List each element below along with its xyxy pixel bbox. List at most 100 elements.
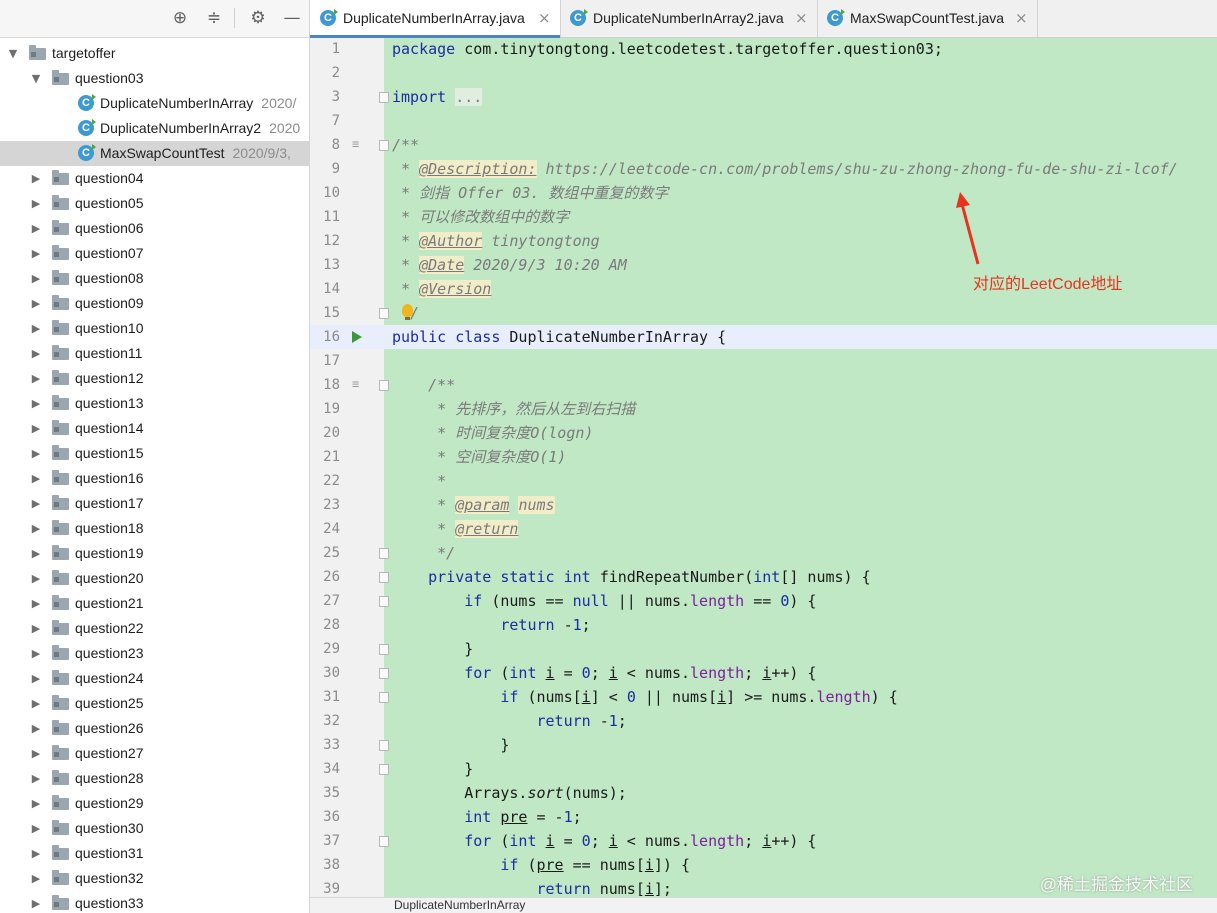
chevron-right-icon[interactable]: ▶ xyxy=(30,466,42,491)
tree-folder-row[interactable]: ▶ question13 xyxy=(0,391,309,416)
chevron-right-icon[interactable]: ▶ xyxy=(30,266,42,291)
code-line[interactable]: 10 * 剑指 Offer 03. 数组中重复的数字 xyxy=(310,181,1217,205)
tree-folder-row[interactable]: ▶ question20 xyxy=(0,566,309,591)
code-line[interactable]: 1 package com.tinytongtong.leetcodetest.t… xyxy=(310,37,1217,61)
chevron-right-icon[interactable]: ▶ xyxy=(30,366,42,391)
code-line[interactable]: 7 xyxy=(310,109,1217,133)
chevron-right-icon[interactable]: ▶ xyxy=(30,641,42,666)
tree-folder-row[interactable]: ▶ question09 xyxy=(0,291,309,316)
chevron-right-icon[interactable]: ▶ xyxy=(30,541,42,566)
tree-folder-row[interactable]: ▶ question04 xyxy=(0,166,309,191)
code-line[interactable]: 18 ≡ /** xyxy=(310,373,1217,397)
tree-folder-row[interactable]: ▶ question18 xyxy=(0,516,309,541)
chevron-right-icon[interactable]: ▶ xyxy=(30,191,42,216)
tree-folder-row[interactable]: ▶ question10 xyxy=(0,316,309,341)
chevron-right-icon[interactable]: ▶ xyxy=(30,891,42,913)
chevron-right-icon[interactable]: ▶ xyxy=(30,441,42,466)
tab-3[interactable]: C MaxSwapCountTest.java × xyxy=(817,0,1038,37)
fold-marker-icon[interactable] xyxy=(379,692,389,703)
chevron-right-icon[interactable]: ▶ xyxy=(30,341,42,366)
chevron-right-icon[interactable]: ▶ xyxy=(30,416,42,441)
tab-2[interactable]: C DuplicateNumberInArray2.java × xyxy=(560,0,818,37)
chevron-right-icon[interactable]: ▶ xyxy=(30,766,42,791)
fold-marker-icon[interactable] xyxy=(379,92,389,103)
code-line[interactable]: 9 * @Description: https://leetcode-cn.co… xyxy=(310,157,1217,181)
tree-folder-row[interactable]: ▶ question27 xyxy=(0,741,309,766)
tree-folder-row[interactable]: ▶ question28 xyxy=(0,766,309,791)
chevron-right-icon[interactable]: ▶ xyxy=(30,491,42,516)
code-line[interactable]: 25 */ xyxy=(310,541,1217,565)
fold-marker-icon[interactable] xyxy=(379,764,389,775)
chevron-right-icon[interactable]: ▶ xyxy=(30,616,42,641)
close-icon[interactable]: × xyxy=(538,0,551,37)
code-line[interactable]: 33 } xyxy=(310,733,1217,757)
code-line[interactable]: 35 Arrays.sort(nums); xyxy=(310,781,1217,805)
tree-folder-row[interactable]: ▶ question32 xyxy=(0,866,309,891)
tree-file-row[interactable]: C DuplicateNumberInArray 2020/ xyxy=(0,91,309,116)
collapse-icon[interactable]: ≑ xyxy=(202,6,226,30)
chevron-right-icon[interactable]: ▶ xyxy=(30,591,42,616)
code-line[interactable]: 11 * 可以修改数组中的数字 xyxy=(310,205,1217,229)
fold-marker-icon[interactable] xyxy=(379,740,389,751)
chevron-right-icon[interactable]: ▶ xyxy=(30,316,42,341)
chevron-right-icon[interactable]: ▶ xyxy=(30,216,42,241)
code-line[interactable]: 36 int pre = -1; xyxy=(310,805,1217,829)
tree-folder-row[interactable]: ▶ question30 xyxy=(0,816,309,841)
chevron-right-icon[interactable]: ▶ xyxy=(30,291,42,316)
chevron-down-icon[interactable]: ▼ xyxy=(7,41,19,66)
chevron-right-icon[interactable]: ▶ xyxy=(30,691,42,716)
tree-folder-row[interactable]: ▼ question03 xyxy=(0,66,309,91)
run-icon[interactable] xyxy=(352,331,362,343)
fold-marker-icon[interactable] xyxy=(379,668,389,679)
chevron-right-icon[interactable]: ▶ xyxy=(30,716,42,741)
code-line[interactable]: 34 } xyxy=(310,757,1217,781)
fold-marker-icon[interactable] xyxy=(379,596,389,607)
tree-folder-row[interactable]: ▶ question21 xyxy=(0,591,309,616)
close-icon[interactable]: × xyxy=(795,0,808,37)
code-line[interactable]: 21 * 空间复杂度O(1) xyxy=(310,445,1217,469)
tree-folder-row[interactable]: ▶ question11 xyxy=(0,341,309,366)
close-icon[interactable]: × xyxy=(1015,0,1028,37)
breadcrumb[interactable]: DuplicateNumberInArray xyxy=(394,898,525,913)
tree-folder-row[interactable]: ▶ question23 xyxy=(0,641,309,666)
code-line[interactable]: 16 public class DuplicateNumberInArray { xyxy=(310,325,1217,349)
tree-folder-row[interactable]: ▶ question08 xyxy=(0,266,309,291)
tree-file-row[interactable]: C MaxSwapCountTest 2020/9/3, xyxy=(0,141,309,166)
tree-folder-row[interactable]: ▶ question29 xyxy=(0,791,309,816)
chevron-right-icon[interactable]: ▶ xyxy=(30,741,42,766)
tree-folder-row[interactable]: ▶ question12 xyxy=(0,366,309,391)
tree-folder-row[interactable]: ▶ question14 xyxy=(0,416,309,441)
fold-marker-icon[interactable] xyxy=(379,380,389,391)
code-line[interactable]: 22 * xyxy=(310,469,1217,493)
chevron-right-icon[interactable]: ▶ xyxy=(30,791,42,816)
code-line[interactable]: 28 return -1; xyxy=(310,613,1217,637)
code-line[interactable]: 19 * 先排序，然后从左到右扫描 xyxy=(310,397,1217,421)
tree-folder-row[interactable]: ▶ question17 xyxy=(0,491,309,516)
code-line[interactable]: 15 / xyxy=(310,301,1217,325)
chevron-right-icon[interactable]: ▶ xyxy=(30,666,42,691)
fold-marker-icon[interactable] xyxy=(379,140,389,151)
chevron-right-icon[interactable]: ▶ xyxy=(30,841,42,866)
fold-marker-icon[interactable] xyxy=(379,548,389,559)
tree-folder-row[interactable]: ▶ question05 xyxy=(0,191,309,216)
chevron-right-icon[interactable]: ▶ xyxy=(30,516,42,541)
chevron-right-icon[interactable]: ▶ xyxy=(30,241,42,266)
fold-marker-icon[interactable] xyxy=(379,644,389,655)
tree-file-row[interactable]: C DuplicateNumberInArray2 2020 xyxy=(0,116,309,141)
fold-marker-icon[interactable] xyxy=(379,572,389,583)
code-line[interactable]: 20 * 时间复杂度O(logn) xyxy=(310,421,1217,445)
tree-folder-row[interactable]: ▶ question06 xyxy=(0,216,309,241)
code-line[interactable]: 17 xyxy=(310,349,1217,373)
chevron-right-icon[interactable]: ▶ xyxy=(30,391,42,416)
code-line[interactable]: 30 for (int i = 0; i < nums.length; i++)… xyxy=(310,661,1217,685)
chevron-right-icon[interactable]: ▶ xyxy=(30,816,42,841)
code-line[interactable]: 2 xyxy=(310,61,1217,85)
gear-icon[interactable]: ⚙ xyxy=(246,6,270,30)
tree-folder-row[interactable]: ▶ question19 xyxy=(0,541,309,566)
tree-folder-row[interactable]: ▶ question25 xyxy=(0,691,309,716)
code-line[interactable]: 24 * @return xyxy=(310,517,1217,541)
tree-folder-row[interactable]: ▼ targetoffer xyxy=(0,41,309,66)
tab-1[interactable]: C DuplicateNumberInArray.java × xyxy=(310,0,561,38)
doc-comment-icon[interactable]: ≡ xyxy=(352,378,365,390)
tree-folder-row[interactable]: ▶ question07 xyxy=(0,241,309,266)
